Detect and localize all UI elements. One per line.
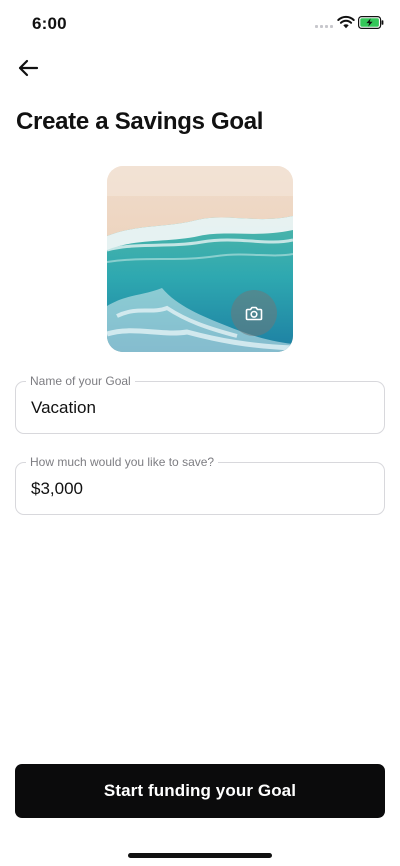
goal-name-field[interactable]: Name of your Goal (15, 374, 385, 434)
status-time: 6:00 (32, 14, 67, 33)
back-button[interactable] (14, 55, 42, 81)
start-funding-button[interactable]: Start funding your Goal (15, 764, 385, 818)
goal-image[interactable] (107, 166, 293, 352)
change-photo-button[interactable] (231, 290, 277, 336)
cellular-signal-icon (315, 25, 333, 28)
goal-amount-field[interactable]: How much would you like to save? (15, 455, 385, 515)
wifi-icon (337, 15, 355, 29)
goal-amount-input[interactable] (31, 463, 371, 514)
battery-charging-icon (358, 16, 384, 29)
camera-icon (245, 306, 263, 320)
goal-name-input[interactable] (31, 382, 371, 433)
status-bar: 6:00 (0, 0, 400, 46)
home-indicator (128, 853, 272, 858)
page-title: Create a Savings Goal (16, 108, 264, 135)
arrow-left-icon (18, 59, 39, 77)
